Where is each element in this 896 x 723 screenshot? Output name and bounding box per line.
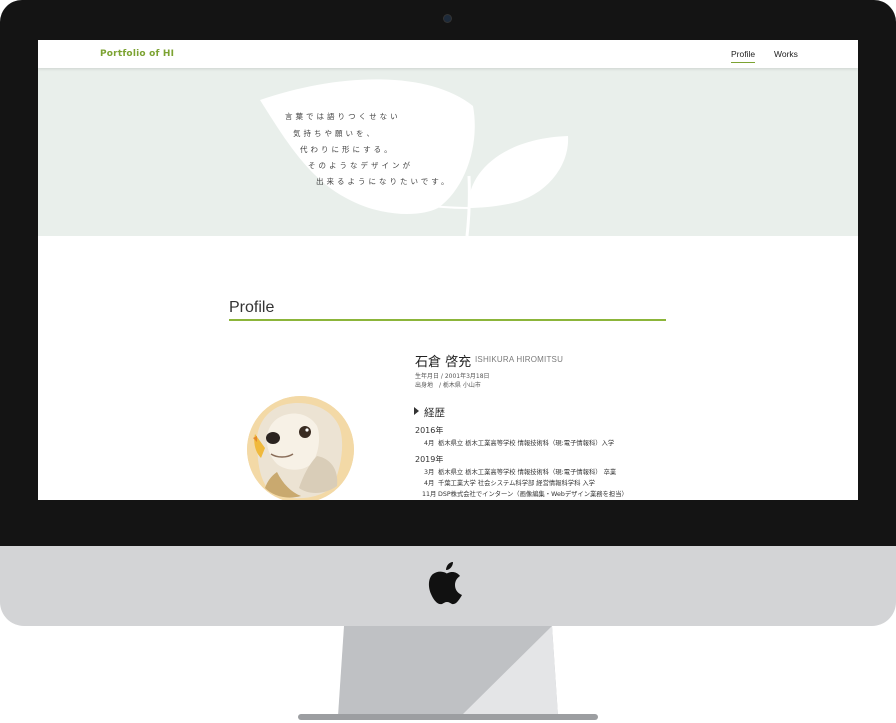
hero-line-5: 出来るようになりたいです。	[316, 177, 452, 186]
nav-profile-link[interactable]: Profile	[731, 49, 756, 63]
career-year-2016: 2016年	[415, 426, 444, 435]
dog-illustration	[247, 396, 354, 500]
camera-icon	[444, 15, 451, 22]
career-entry: 4月 千葉工業大学 社会システム科学部 経営情報科学科 入学	[424, 478, 595, 487]
hero-line-4: そのようなデザインが	[308, 161, 413, 170]
screen: Portfolio of HI Profile Works 言葉では語りつくせな…	[38, 40, 858, 500]
hero-line-2: 気持ちや願いを、	[293, 129, 377, 138]
avatar	[247, 396, 354, 500]
career-entry: 4月 栃木県立 栃木工業高等学校 情報技術科（現:電子情報科）入学	[424, 438, 614, 447]
section-divider	[229, 319, 666, 321]
career-heading: 経歴	[414, 405, 445, 420]
profile-name-jp: 石倉 啓充	[415, 355, 472, 370]
profile-name-en: ISHIKURA HIROMITSU	[475, 355, 564, 364]
profile-birthdate: 生年月日 / 2001年3月18日	[415, 373, 490, 380]
site-header: Portfolio of HI Profile Works	[38, 40, 858, 68]
hero-section: 言葉では語りつくせない 気持ちや願いを、 代わりに形にする。 そのようなデザイン…	[38, 68, 858, 236]
career-year-2019: 2019年	[415, 455, 444, 464]
career-entry-month: 11月	[422, 491, 437, 498]
hero-line-1: 言葉では語りつくせない	[285, 112, 401, 121]
career-entry-text: 栃木県立 栃木工業高等学校 情報技術科（現:電子情報科）入学	[438, 440, 615, 447]
section-title-profile: Profile	[229, 299, 275, 316]
nav-works-link[interactable]: Works	[774, 49, 798, 59]
profile-hometown: 出身地 / 栃木県 小山市	[415, 382, 481, 389]
career-entry: 11月 DSP株式会社でインターン（画像編集・Webデザイン業務を担当）	[422, 489, 628, 498]
monitor-stand	[298, 626, 598, 720]
career-entry-month: 4月	[424, 480, 435, 487]
apple-logo-icon	[428, 562, 462, 605]
hero-message: 言葉では語りつくせない 気持ちや願いを、 代わりに形にする。 そのようなデザイン…	[38, 68, 858, 236]
career-entry-month: 3月	[424, 469, 435, 476]
career-entry-month: 4月	[424, 440, 435, 447]
career-entry: 3月 栃木県立 栃木工業高等学校 情報技術科（現:電子情報科） 卒業	[424, 467, 616, 476]
career-entry-text: 千葉工業大学 社会システム科学部 経営情報科学科 入学	[438, 480, 595, 487]
career-entry-text: DSP株式会社でインターン（画像編集・Webデザイン業務を担当）	[438, 491, 628, 498]
career-heading-label: 経歴	[424, 407, 445, 419]
career-entry-text: 栃木県立 栃木工業高等学校 情報技術科（現:電子情報科） 卒業	[438, 469, 617, 476]
hero-line-3: 代わりに形にする。	[300, 145, 395, 154]
site-logo[interactable]: Portfolio of HI	[100, 49, 174, 59]
